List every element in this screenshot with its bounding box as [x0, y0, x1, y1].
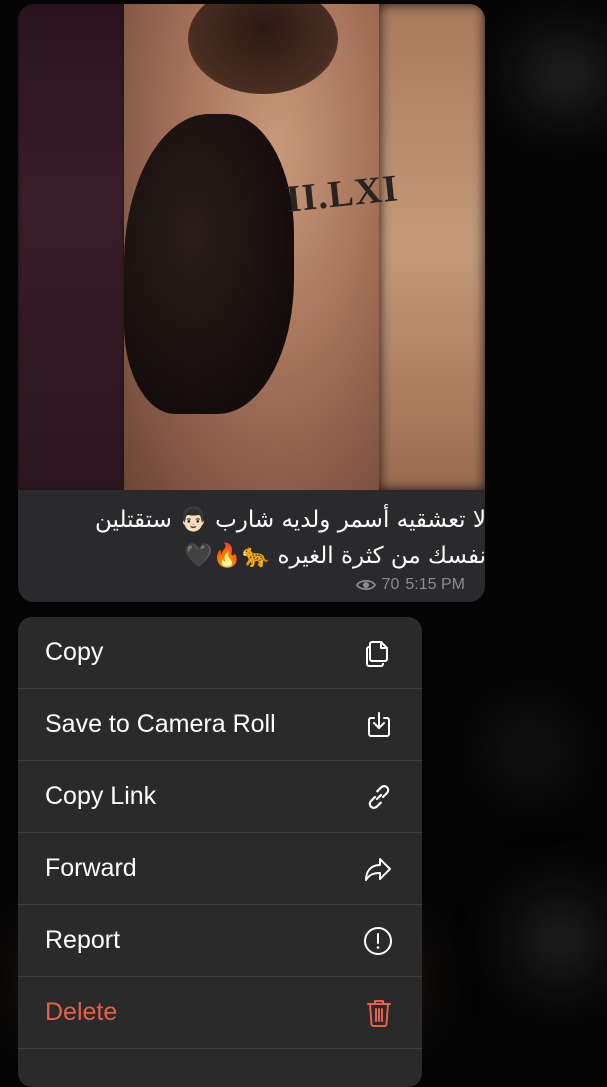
link-icon: [368, 784, 390, 809]
message-photo[interactable]: II.LXI: [18, 4, 485, 490]
menu-item-label: Save to Camera Roll: [45, 710, 276, 738]
menu-item-label: Forward: [45, 854, 137, 882]
menu-item-label: Copy Link: [45, 782, 157, 810]
trash-icon: [367, 999, 391, 1027]
photo-hair: [124, 114, 294, 414]
photo-blur-right: [379, 4, 485, 490]
share-arrow-icon: [365, 857, 391, 881]
menu-item-copy[interactable]: Copy: [18, 617, 422, 689]
menu-item-label: Report: [45, 926, 121, 954]
copy-icon: [366, 640, 388, 667]
download-icon: [368, 711, 390, 737]
report-icon: [364, 926, 392, 955]
menu-item-save-to-camera-roll[interactable]: Save to Camera Roll: [18, 689, 422, 761]
background-blur: [520, 40, 607, 110]
caption-line: لا تعشقيه أسمر ولديه شارب 👨🏻 ستقتلين: [95, 507, 485, 533]
menu-item-label: Delete: [45, 998, 118, 1026]
message-caption: لا تعشقيه أسمر ولديه شارب 👨🏻 ستقتلين نفس…: [36, 502, 485, 574]
message-time: 5:15 PM: [405, 576, 465, 593]
view-count: 70: [381, 576, 400, 593]
background-blur: [520, 900, 600, 980]
menu-item-delete[interactable]: Delete: [18, 977, 422, 1049]
eye-icon: [355, 579, 376, 591]
menu-item-report[interactable]: Report: [18, 905, 422, 977]
message-meta: 70 5:15 PM: [355, 576, 465, 594]
menu-item-copy-link[interactable]: Copy Link: [18, 761, 422, 833]
menu-item-label: Copy: [45, 638, 104, 666]
menu-item-forward[interactable]: Forward: [18, 833, 422, 905]
photo-blur-left: [18, 4, 124, 490]
background-blur: [500, 720, 560, 780]
context-menu: Copy Save to Camera Roll Copy Link Forwa…: [18, 617, 422, 1087]
message-bubble[interactable]: II.LXI لا تعشقيه أسمر ولديه شارب 👨🏻 ستقت…: [18, 4, 485, 602]
menu-item-more[interactable]: [18, 1049, 422, 1087]
caption-line: نفسك من كثرة الغيره 🐆🔥🖤: [184, 543, 485, 569]
